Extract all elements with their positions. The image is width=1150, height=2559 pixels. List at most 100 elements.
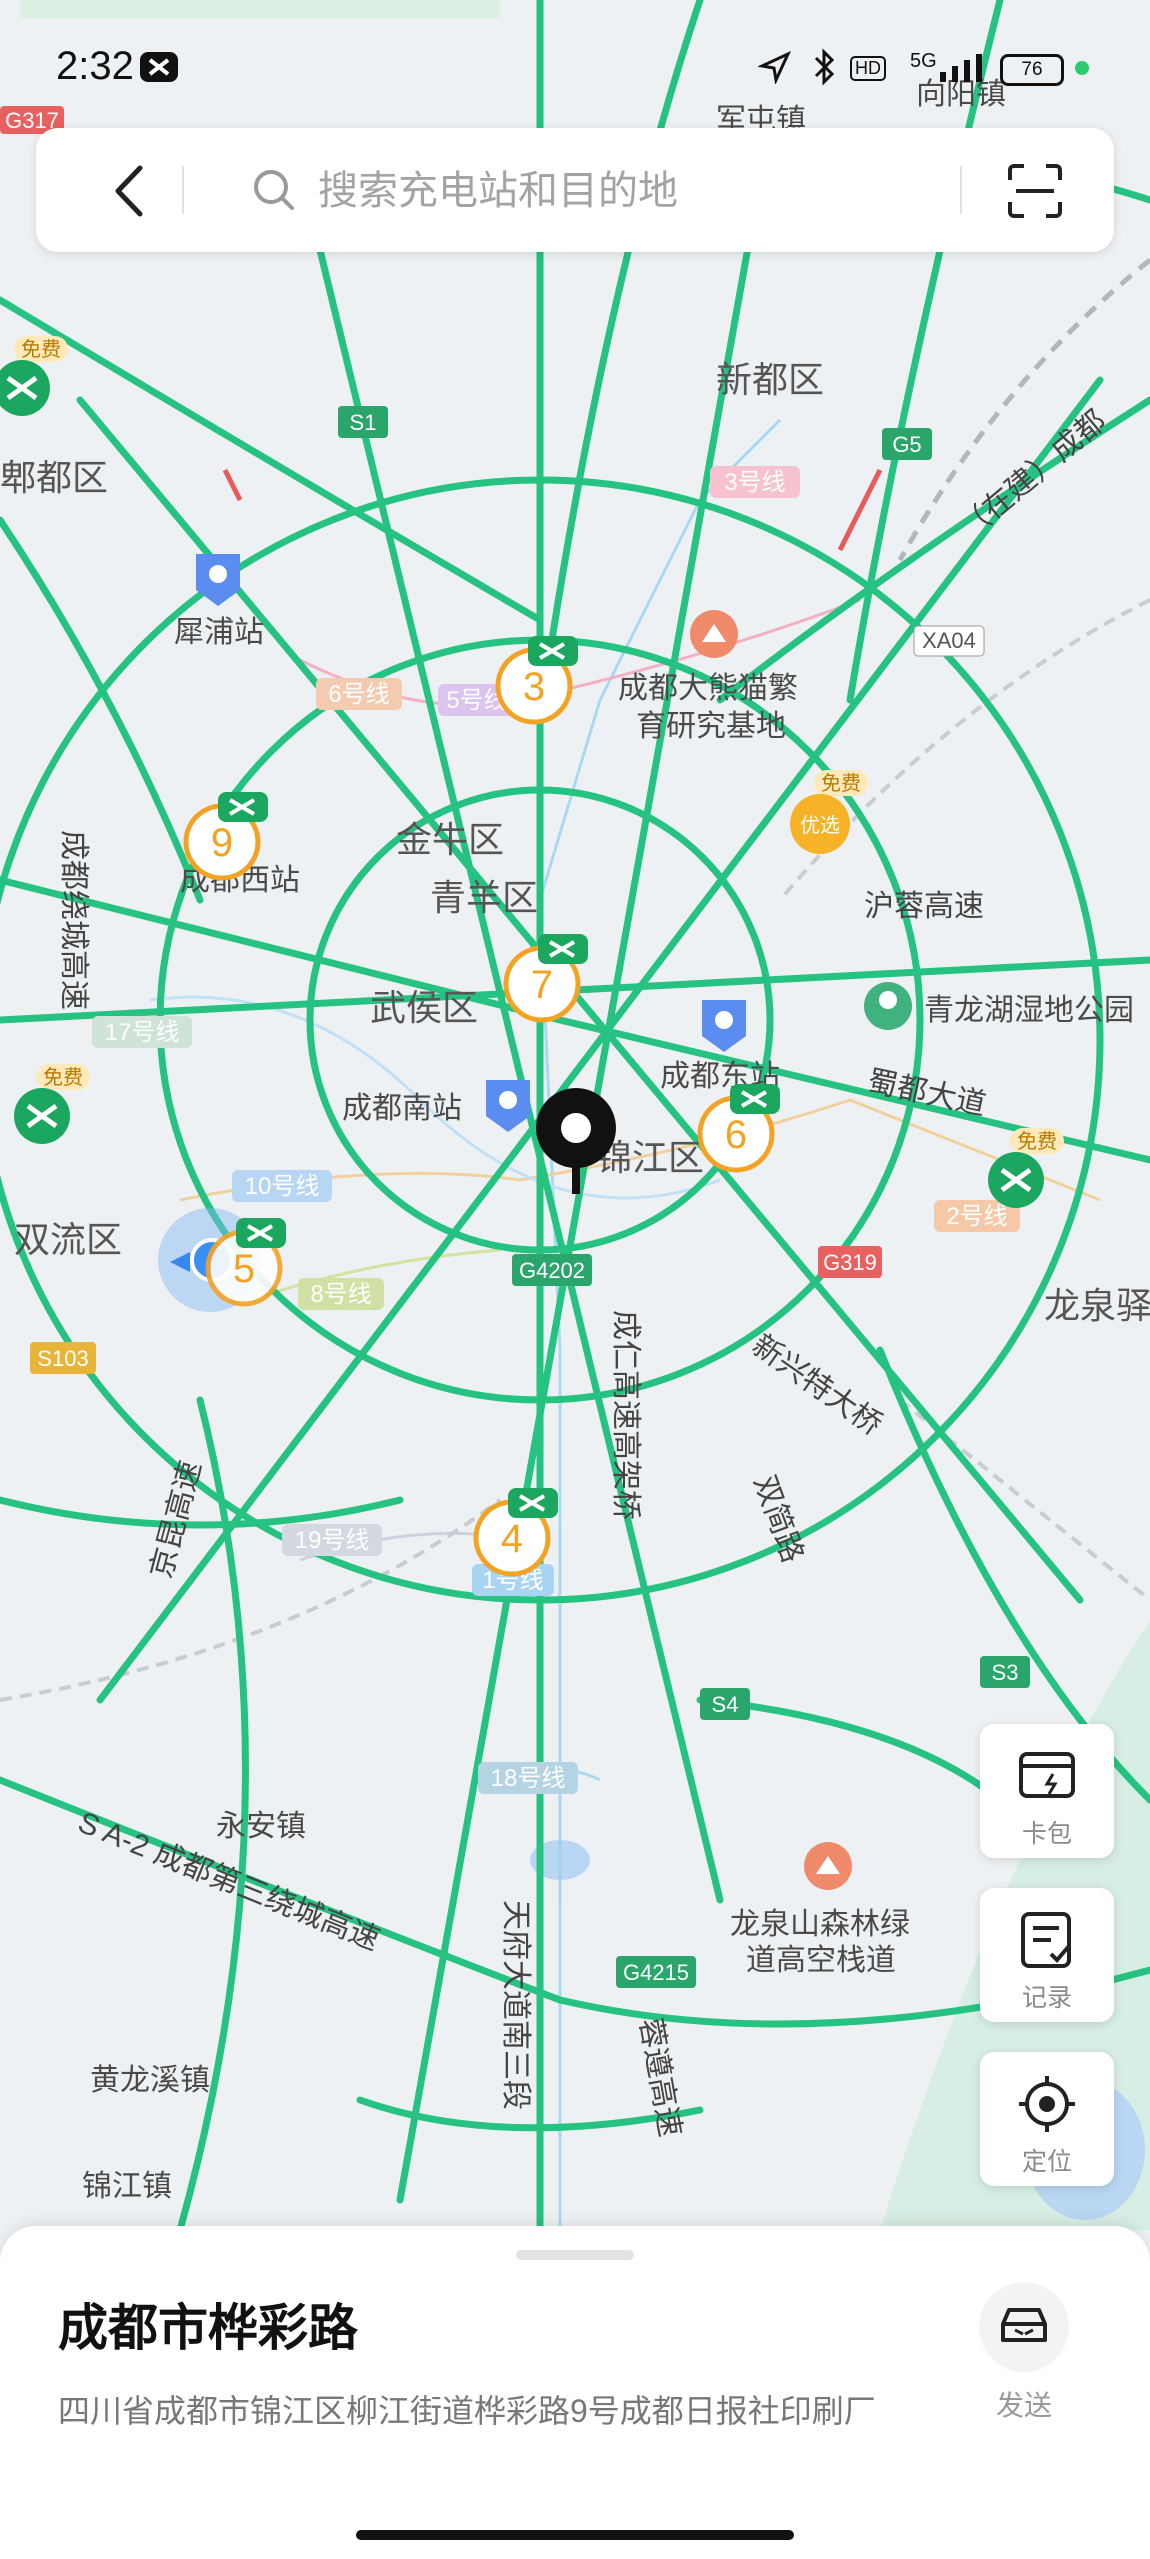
road-label: 成都绕城高速 <box>57 830 90 1010</box>
battery-icon: 76 <box>1000 54 1064 86</box>
drag-handle[interactable] <box>516 2250 634 2260</box>
svg-text:7: 7 <box>531 963 553 1007</box>
svg-text:5: 5 <box>233 1247 255 1291</box>
place-label: 青龙湖湿地公园 <box>924 994 1134 1027</box>
location-card: 成都市桦彩路 四川省成都市锦江区柳江街道桦彩路9号成都日报社印刷厂 发送 <box>0 2226 1150 2559</box>
svg-text:S103: S103 <box>37 1346 88 1371</box>
divider <box>960 166 962 214</box>
place-label: 成都大熊猫繁 <box>618 672 798 705</box>
wallet-label: 卡包 <box>1021 1820 1072 1848</box>
road-label: 沪蓉高速 <box>864 890 984 923</box>
locate-label: 定位 <box>1021 2148 1072 2176</box>
shield-s3: S3 <box>980 1656 1030 1688</box>
district-label: 青羊区 <box>430 877 538 918</box>
shield-g319: G319 <box>818 1246 882 1278</box>
metro-line-label: 19号线 <box>282 1524 382 1556</box>
district-label: 金牛区 <box>396 819 504 860</box>
location-arrow-icon <box>758 50 792 84</box>
metro-line-label: 3号线 <box>710 466 800 498</box>
metro-line-label: 8号线 <box>298 1278 384 1310</box>
svg-text:6: 6 <box>725 1113 747 1157</box>
records-label: 记录 <box>1021 1984 1072 2012</box>
place-label: 黄龙溪镇 <box>90 2064 210 2097</box>
place-address: 四川省成都市锦江区柳江街道桦彩路9号成都日报社印刷厂 <box>58 2393 876 2429</box>
wallet-button[interactable]: 卡包 <box>980 1724 1114 1858</box>
svg-text:免费: 免费 <box>21 338 61 361</box>
metro-line-label: 17号线 <box>92 1016 192 1048</box>
district-label: 武侯区 <box>370 987 478 1028</box>
shield-s4: S4 <box>700 1688 750 1720</box>
svg-text:18号线: 18号线 <box>491 1765 566 1792</box>
place-label: 锦江镇 <box>82 2170 172 2203</box>
svg-text:8号线: 8号线 <box>310 1281 371 1308</box>
attraction-icon[interactable] <box>690 610 738 658</box>
district-label: 新都区 <box>716 359 824 400</box>
attraction-icon[interactable] <box>804 1842 852 1890</box>
road-label: 成仁高速高架桥 <box>609 1310 642 1520</box>
metro-line-label: 18号线 <box>478 1762 578 1794</box>
status-bar: 2:32 HD 5G 76 <box>0 0 1150 120</box>
metro-line-label: 10号线 <box>232 1170 332 1202</box>
shield-g4215: G4215 <box>616 1956 696 1988</box>
map-canvas[interactable]: 新都区 金牛区 青羊区 武侯区 锦江区 双流区 龙泉驿 郫都区 成都大熊猫繁 育… <box>0 0 1150 2230</box>
place-label: 犀浦站 <box>174 616 264 649</box>
place-label: 育研究基地 <box>636 710 786 743</box>
svg-text:XA04: XA04 <box>922 628 976 653</box>
place-name: 成都市桦彩路 <box>58 2300 358 2356</box>
search-input[interactable] <box>316 160 970 222</box>
svg-text:6号线: 6号线 <box>328 681 389 708</box>
back-icon[interactable] <box>96 156 166 226</box>
send-label: 发送 <box>995 2390 1052 2421</box>
shield-s1: S1 <box>338 406 388 438</box>
place-label: 道高空栈道 <box>746 1944 896 1977</box>
signal-icon <box>940 54 982 82</box>
district-label: 郫都区 <box>0 457 108 498</box>
hd-badge: HD <box>850 56 886 81</box>
app-notification-icon <box>140 52 178 82</box>
place-label: 龙泉山森林绿 <box>730 1908 910 1941</box>
send-circle <box>979 2282 1069 2372</box>
svg-text:G4215: G4215 <box>623 1960 689 1985</box>
svg-text:G5: G5 <box>892 432 921 457</box>
charging-dot-icon <box>1075 61 1089 75</box>
shield-g5: G5 <box>882 428 932 460</box>
svg-text:S3: S3 <box>992 1660 1019 1685</box>
svg-text:9: 9 <box>211 821 233 865</box>
svg-text:2号线: 2号线 <box>946 1203 1007 1230</box>
svg-text:S4: S4 <box>712 1692 739 1717</box>
search-icon <box>254 170 294 210</box>
metro-line-label: 6号线 <box>316 678 402 710</box>
bluetooth-icon <box>814 48 835 86</box>
send-to-car-button[interactable]: 发送 <box>970 2282 1078 2421</box>
shield-g4202: G4202 <box>512 1254 592 1286</box>
records-icon <box>1021 1912 1071 1968</box>
scan-icon[interactable] <box>1006 162 1064 220</box>
district-label: 龙泉驿 <box>1044 1285 1150 1326</box>
place-label: 永安镇 <box>216 1810 306 1843</box>
locate-button[interactable]: 定位 <box>980 2052 1114 2186</box>
svg-text:优选: 优选 <box>800 814 840 837</box>
place-label: 成都南站 <box>342 1092 462 1125</box>
svg-text:19号线: 19号线 <box>295 1527 370 1554</box>
locate-icon <box>1019 2076 1075 2132</box>
park-icon[interactable] <box>864 982 912 1030</box>
road-label: 天府大道南三段 <box>499 1900 532 2110</box>
svg-text:G319: G319 <box>823 1250 877 1275</box>
status-time: 2:32 <box>56 44 134 88</box>
svg-text:3号线: 3号线 <box>724 469 785 496</box>
car-send-icon <box>1001 2308 1047 2342</box>
svg-text:10号线: 10号线 <box>245 1173 320 1200</box>
svg-text:17号线: 17号线 <box>105 1019 180 1046</box>
svg-text:免费: 免费 <box>43 1066 83 1089</box>
home-indicator[interactable] <box>356 2530 794 2540</box>
divider <box>182 166 184 214</box>
network-type: 5G <box>910 50 937 72</box>
records-button[interactable]: 记录 <box>980 1888 1114 2022</box>
wallet-icon <box>1019 1752 1075 1798</box>
shield-xa04: XA04 <box>913 625 985 657</box>
search-bar[interactable] <box>36 128 1114 252</box>
svg-text:S1: S1 <box>350 410 377 435</box>
svg-text:免费: 免费 <box>1017 1130 1057 1153</box>
shield-s103: S103 <box>30 1342 96 1374</box>
svg-text:G4202: G4202 <box>519 1258 585 1283</box>
